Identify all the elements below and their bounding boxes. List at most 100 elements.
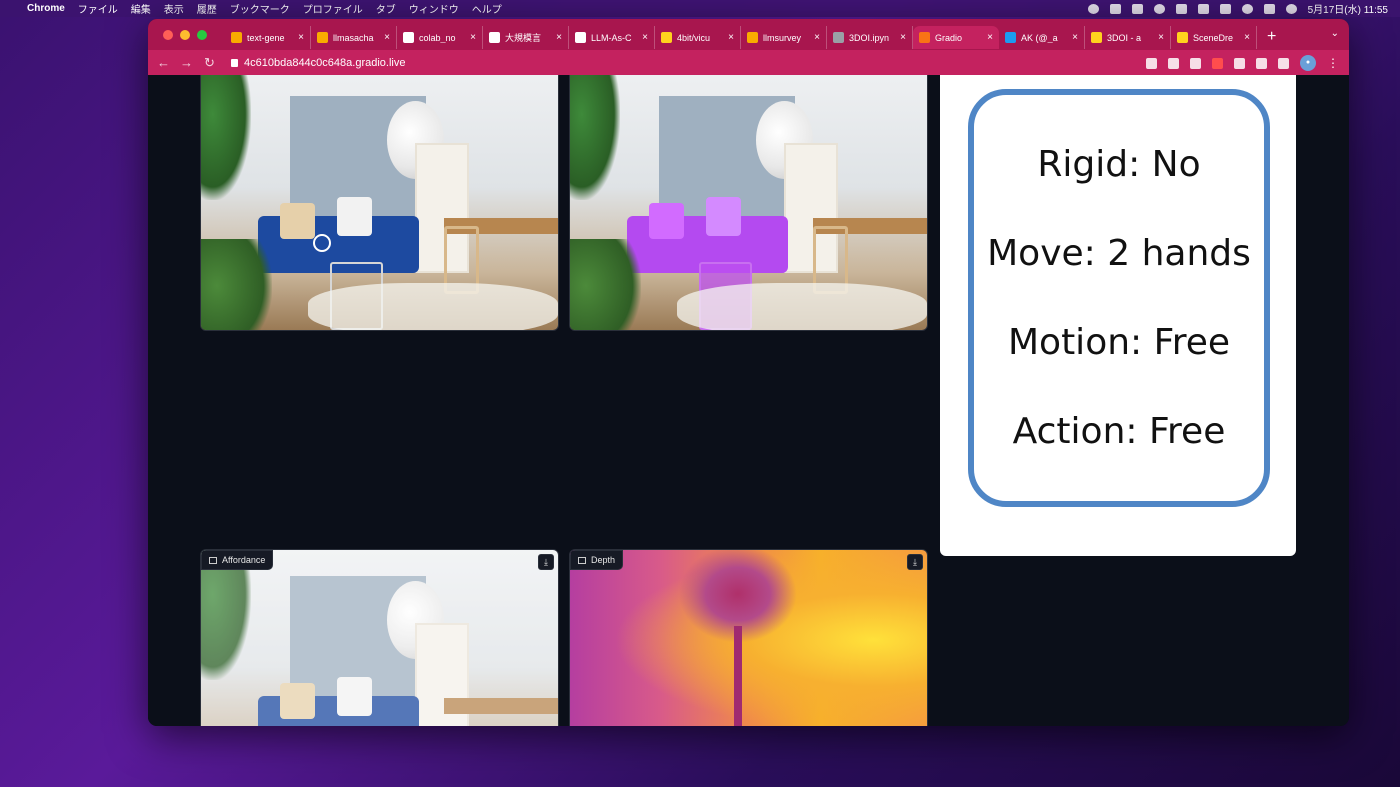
tab-10[interactable]: 3DOI - a × xyxy=(1085,26,1171,49)
tab-3[interactable]: 大規模言 × xyxy=(483,26,569,49)
input-method-icon[interactable] xyxy=(1175,3,1187,14)
download-icon[interactable]: ⤓ xyxy=(538,554,554,570)
tab-label: AK (@_a xyxy=(1021,32,1058,43)
tab-label: llmasacha xyxy=(333,32,374,43)
reload-icon[interactable]: ↻ xyxy=(198,55,221,71)
tab-0[interactable]: text-gene × xyxy=(225,26,311,49)
close-tab-icon[interactable]: × xyxy=(470,32,476,43)
menu-help[interactable]: ヘルプ xyxy=(472,1,502,16)
browser-window: text-gene × llmasacha × colab_no × 大規模言 × LLM-As… xyxy=(148,19,1349,726)
tab-4[interactable]: LLM-As-C × xyxy=(569,26,655,49)
play-icon[interactable] xyxy=(1153,3,1165,14)
close-tab-icon[interactable]: × xyxy=(384,32,390,43)
translate-icon[interactable] xyxy=(1146,57,1157,69)
status-icon[interactable] xyxy=(1087,3,1099,14)
sidebar-icon[interactable] xyxy=(1278,57,1289,69)
affordance-photo[interactable] xyxy=(201,550,558,726)
close-tab-icon[interactable]: × xyxy=(728,32,734,43)
menu-tab[interactable]: タブ xyxy=(376,1,396,16)
segmentation-image-panel[interactable] xyxy=(569,75,928,331)
depth-label-text: Depth xyxy=(591,555,616,565)
depth-image-panel[interactable]: Depth ⤓ xyxy=(569,549,928,726)
profile-avatar[interactable]: ● xyxy=(1300,55,1316,71)
motion-text: Motion: Free xyxy=(1007,322,1230,363)
tab-7[interactable]: 3DOI.ipyn × xyxy=(827,26,913,49)
menu-edit[interactable]: 編集 xyxy=(131,1,151,16)
share-icon[interactable] xyxy=(1168,57,1179,69)
input-image-panel[interactable] xyxy=(200,75,559,331)
siri-icon[interactable] xyxy=(1285,3,1297,14)
dropbox-icon[interactable] xyxy=(1109,3,1121,14)
close-tab-icon[interactable]: × xyxy=(556,32,562,43)
menu-bookmarks[interactable]: ブックマーク xyxy=(230,1,290,16)
close-tab-icon[interactable]: × xyxy=(642,32,648,43)
room-photo[interactable] xyxy=(201,75,558,330)
tab-6[interactable]: llmsurvey × xyxy=(741,26,827,49)
menu-view[interactable]: 表示 xyxy=(164,1,184,16)
image-icon xyxy=(209,556,217,564)
tab-label: 4bit/vicu xyxy=(677,32,711,43)
window-controls xyxy=(148,29,225,40)
close-tab-icon[interactable]: × xyxy=(1072,32,1078,43)
lock-icon[interactable] xyxy=(231,58,238,67)
tab-1[interactable]: llmasacha × xyxy=(311,26,397,49)
gradio-app: Rigid: No Move: 2 hands Motion: Free Act… xyxy=(148,75,1349,726)
url-field[interactable]: 4c610bda844c0c648a.gradio.live xyxy=(231,57,1111,69)
chevron-down-icon[interactable]: ⌄ xyxy=(1331,28,1339,39)
image-icon xyxy=(578,556,586,564)
clock[interactable]: 5月17日(水) 11:55 xyxy=(1308,1,1388,16)
close-tab-icon[interactable]: × xyxy=(1244,32,1250,43)
tab-8[interactable]: Gradio × xyxy=(913,26,999,49)
battery-icon[interactable] xyxy=(1197,3,1209,14)
menu-window[interactable]: ウィンドウ xyxy=(409,1,459,16)
tab-strip: text-gene × llmasacha × colab_no × 大規模言 × LLM-As… xyxy=(225,20,1257,49)
tab-label: 3DOI - a xyxy=(1107,32,1142,43)
download-icon[interactable]: ⤓ xyxy=(907,554,923,570)
bookmark-star-icon[interactable] xyxy=(1190,57,1201,69)
search-icon[interactable] xyxy=(1241,3,1253,14)
tab-label: text-gene xyxy=(247,32,285,43)
close-tab-icon[interactable]: × xyxy=(1158,32,1164,43)
tab-label: colab_no xyxy=(419,32,456,43)
extension-icon[interactable] xyxy=(1234,57,1245,69)
rigid-text: Rigid: No xyxy=(1037,144,1201,185)
app-name[interactable]: Chrome xyxy=(27,3,65,14)
tab-11[interactable]: SceneDre × xyxy=(1171,26,1257,49)
new-tab-icon[interactable]: + xyxy=(1257,28,1286,46)
extension-icon[interactable] xyxy=(1212,57,1223,69)
more-menu-icon[interactable]: ⋮ xyxy=(1327,56,1339,70)
maximize-window-button[interactable] xyxy=(197,29,207,40)
depth-map[interactable] xyxy=(570,550,927,726)
close-window-button[interactable] xyxy=(163,29,173,40)
minimize-window-button[interactable] xyxy=(180,29,190,40)
huggingface-icon xyxy=(1177,32,1188,43)
menu-file[interactable]: ファイル xyxy=(78,1,118,16)
puzzle-icon[interactable] xyxy=(1256,57,1267,69)
properties-image-panel[interactable]: Rigid: No Move: 2 hands Motion: Free Act… xyxy=(940,75,1296,556)
control-center-icon[interactable] xyxy=(1263,3,1275,14)
tab-label: Gradio xyxy=(935,32,963,43)
forward-icon[interactable]: → xyxy=(175,55,198,70)
tab-9[interactable]: AK (@_a × xyxy=(999,26,1085,49)
tab-2[interactable]: colab_no × xyxy=(397,26,483,49)
segmented-room-photo[interactable] xyxy=(570,75,927,330)
menu-profile[interactable]: プロファイル xyxy=(303,1,363,16)
address-bar: ← → ↻ 4c610bda844c0c648a.gradio.live ● ⋮ xyxy=(148,50,1349,75)
affordance-image-panel[interactable]: Affordance ⤓ xyxy=(200,549,559,726)
close-tab-icon[interactable]: × xyxy=(987,32,993,43)
twitter-icon xyxy=(1005,32,1016,43)
close-tab-icon[interactable]: × xyxy=(814,32,820,43)
tab-5[interactable]: 4bit/vicu × xyxy=(655,26,741,49)
tab-label: llmsurvey xyxy=(763,32,802,43)
menu-history[interactable]: 履歴 xyxy=(197,1,217,16)
wifi-icon[interactable] xyxy=(1219,3,1231,14)
url-text[interactable]: 4c610bda844c0c648a.gradio.live xyxy=(244,57,405,69)
back-icon[interactable]: ← xyxy=(152,55,175,70)
tab-label: SceneDre xyxy=(1193,32,1234,43)
close-tab-icon[interactable]: × xyxy=(900,32,906,43)
close-tab-icon[interactable]: × xyxy=(298,32,304,43)
status-icon[interactable] xyxy=(1131,3,1143,14)
github-icon xyxy=(575,32,586,43)
action-text: Action: Free xyxy=(1012,411,1226,452)
depth-label: Depth xyxy=(570,550,624,570)
